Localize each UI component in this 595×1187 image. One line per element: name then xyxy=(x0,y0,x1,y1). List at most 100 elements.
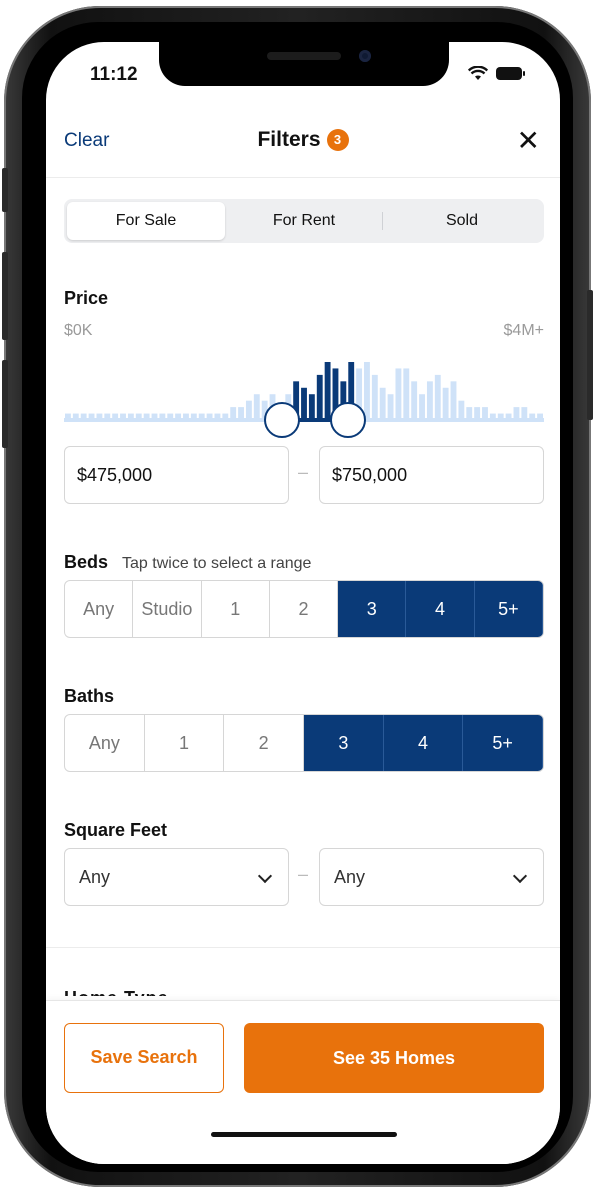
histogram-bar xyxy=(489,413,496,420)
histogram-bar xyxy=(183,413,189,420)
histogram-bar xyxy=(411,381,418,420)
volume-up-button xyxy=(2,252,8,340)
beds-option-4[interactable]: 4 xyxy=(406,581,475,637)
histogram-bar xyxy=(112,413,119,420)
beds-option-studio[interactable]: Studio xyxy=(133,581,202,637)
histogram-bar xyxy=(206,413,213,420)
min-price-input[interactable]: $475,000 xyxy=(64,446,289,504)
close-icon[interactable]: ✕ xyxy=(517,124,540,157)
baths-option-4[interactable]: 4 xyxy=(383,715,464,771)
app-screen: 11:12 Clear Filters 3 ✕ For Sale For Rent… xyxy=(46,42,560,1164)
histogram-bar xyxy=(96,413,103,420)
histogram-bar xyxy=(308,394,315,420)
histogram-bar xyxy=(88,413,95,420)
beds-option-any[interactable]: Any xyxy=(65,581,134,637)
beds-title: Beds Tap twice to select a range xyxy=(64,552,311,573)
max-sqft-value: Any xyxy=(334,867,366,887)
histogram-bar xyxy=(364,362,370,420)
notch xyxy=(159,42,449,86)
tab-for-sale[interactable]: For Sale xyxy=(67,202,225,240)
power-button xyxy=(587,290,593,420)
tab-for-rent[interactable]: For Rent xyxy=(225,202,383,240)
price-min-label: $0K xyxy=(64,322,93,339)
home-indicator xyxy=(211,1132,397,1137)
histogram-bar xyxy=(245,400,252,420)
histogram-bar xyxy=(442,387,449,420)
histogram-bar xyxy=(537,413,543,420)
action-footer: Save Search See 35 Homes xyxy=(46,1000,560,1164)
histogram-bar xyxy=(466,407,473,420)
beds-option-2[interactable]: 2 xyxy=(270,581,339,637)
wifi-icon xyxy=(468,66,488,80)
status-icons xyxy=(468,66,525,81)
section-divider xyxy=(46,947,560,948)
square-feet-title: Square Feet xyxy=(64,820,168,840)
histogram-bar xyxy=(198,413,205,420)
price-title: Price xyxy=(64,288,109,308)
histogram-bar xyxy=(151,413,158,420)
listing-type-selector: For Sale For Rent Sold xyxy=(64,199,544,243)
beds-option-1[interactable]: 1 xyxy=(202,581,270,637)
histogram-bar xyxy=(387,394,394,420)
max-price-input[interactable]: $750,000 xyxy=(319,446,544,504)
beds-hint: Tap twice to select a range xyxy=(122,555,312,572)
baths-option-any[interactable]: Any xyxy=(65,715,145,771)
baths-option-3[interactable]: 3 xyxy=(304,715,384,771)
chevron-down-icon xyxy=(512,868,528,884)
volume-down-button xyxy=(2,360,8,448)
battery-icon xyxy=(496,67,525,80)
max-sqft-select[interactable]: Any xyxy=(319,848,544,906)
see-homes-button[interactable]: See 35 Homes xyxy=(244,1023,544,1093)
min-price-handle[interactable] xyxy=(264,402,300,438)
histogram-bar xyxy=(379,387,386,420)
histogram-bar xyxy=(120,413,126,420)
histogram-bar xyxy=(253,394,260,420)
baths-title: Baths xyxy=(64,686,115,706)
silent-switch xyxy=(2,168,8,212)
beds-selector: Any Studio 1 2 3 4 5+ xyxy=(64,580,544,638)
histogram-bar xyxy=(127,413,134,420)
histogram-bar xyxy=(474,407,481,420)
sqft-separator: – xyxy=(298,864,309,884)
filters-header: Clear Filters 3 ✕ xyxy=(46,120,560,178)
beds-option-5plus[interactable]: 5+ xyxy=(474,581,543,637)
filter-count-badge: 3 xyxy=(326,129,349,151)
tab-for-rent-label: For Rent xyxy=(272,212,336,229)
histogram-bar xyxy=(521,407,528,420)
status-time: 11:12 xyxy=(90,64,138,85)
histogram-bar xyxy=(238,407,244,420)
tab-sold[interactable]: Sold xyxy=(383,202,541,240)
histogram-bar xyxy=(214,413,221,420)
histogram-bar xyxy=(395,368,402,420)
baths-selector: Any 1 2 3 4 5+ xyxy=(64,714,544,772)
histogram-bar xyxy=(143,413,150,420)
min-sqft-select[interactable]: Any xyxy=(64,848,289,906)
price-histogram[interactable] xyxy=(64,356,544,438)
home-type-title-partial: Home Type xyxy=(64,986,264,996)
histogram-bar xyxy=(159,413,166,420)
histogram-bar xyxy=(167,413,174,420)
camera xyxy=(359,50,371,62)
baths-option-2[interactable]: 2 xyxy=(224,715,305,771)
beds-option-3[interactable]: 3 xyxy=(338,581,407,637)
beds-title-text: Beds xyxy=(64,552,109,572)
price-separator: – xyxy=(298,462,309,482)
baths-option-1[interactable]: 1 xyxy=(145,715,225,771)
baths-option-5plus[interactable]: 5+ xyxy=(463,715,543,771)
histogram-bar xyxy=(458,400,465,420)
histogram-bar xyxy=(222,413,229,420)
histogram-bar xyxy=(419,394,425,420)
histogram-bar xyxy=(529,413,536,420)
histogram-bar xyxy=(316,374,323,420)
title-text: Filters xyxy=(257,128,321,151)
histogram-bar xyxy=(135,413,142,420)
min-sqft-value: Any xyxy=(79,867,111,887)
histogram-bar xyxy=(104,413,111,420)
histogram-bar xyxy=(497,413,504,420)
histogram-bar xyxy=(72,413,79,420)
save-search-button[interactable]: Save Search xyxy=(64,1023,224,1093)
chevron-down-icon xyxy=(257,868,273,884)
histogram-bar xyxy=(371,374,378,420)
max-price-handle[interactable] xyxy=(330,402,366,438)
speaker xyxy=(267,52,341,60)
